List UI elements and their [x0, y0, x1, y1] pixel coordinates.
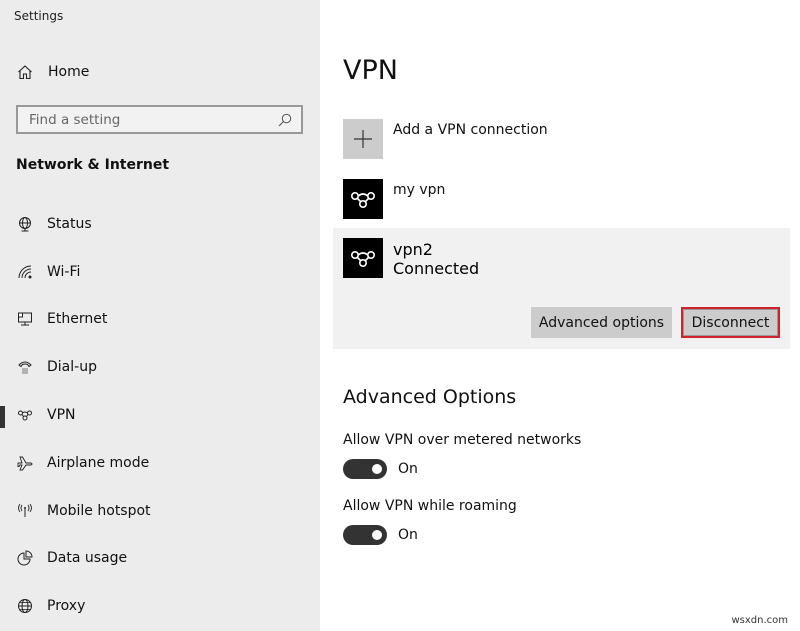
toggle-switch[interactable]	[343, 459, 387, 479]
vpn-connection-icon	[343, 238, 383, 278]
hotspot-icon	[16, 502, 34, 520]
metered-networks-label: Allow VPN over metered networks	[343, 432, 582, 448]
wifi-icon	[16, 263, 34, 281]
sidebar-item-airplane[interactable]: Airplane mode	[0, 439, 320, 487]
sidebar-item-label: Wi-Fi	[47, 263, 81, 280]
vpn-connection-vpn2-panel[interactable]: vpn2 Connected Advanced options Disconne…	[333, 228, 790, 349]
add-vpn-label: Add a VPN connection	[393, 122, 548, 138]
data-usage-icon	[16, 549, 34, 567]
home-label: Home	[48, 64, 90, 80]
vpn-connection-name: my vpn	[393, 182, 446, 198]
sidebar-item-label: Status	[47, 215, 92, 232]
advanced-options-button[interactable]: Advanced options	[531, 307, 672, 338]
proxy-globe-icon	[16, 597, 34, 615]
vpn-connection-my-vpn[interactable]: my vpn	[343, 179, 445, 219]
plus-icon	[343, 119, 383, 159]
toggle-state-label: On	[398, 461, 418, 477]
airplane-icon	[16, 454, 34, 472]
dialup-icon	[16, 358, 34, 376]
sidebar-item-label: VPN	[47, 407, 76, 424]
home-link[interactable]: Home	[16, 63, 89, 81]
app-title: Settings	[14, 9, 64, 23]
advanced-options-heading: Advanced Options	[343, 386, 517, 408]
toggle-switch[interactable]	[343, 525, 387, 545]
roaming-label: Allow VPN while roaming	[343, 498, 517, 514]
vpn-connection-vpn2[interactable]: vpn2 Connected	[343, 238, 479, 278]
sidebar-item-data-usage[interactable]: Data usage	[0, 535, 320, 583]
vpn-connection-icon	[343, 179, 383, 219]
toggle-knob	[372, 464, 382, 474]
sidebar-item-label: Data usage	[47, 550, 128, 567]
main-content: VPN Add a VPN connection my vpn vpn2 Con…	[320, 0, 800, 631]
sidebar-item-label: Dial-up	[47, 359, 97, 376]
ethernet-icon	[16, 310, 34, 328]
search-input[interactable]	[29, 111, 277, 128]
sidebar-item-label: Mobile hotspot	[47, 502, 151, 519]
status-globe-icon	[16, 215, 34, 233]
sidebar-item-dialup[interactable]: Dial-up	[0, 343, 320, 391]
sidebar-item-vpn[interactable]: VPN	[0, 391, 320, 439]
roaming-toggle[interactable]: On	[343, 525, 418, 545]
page-title: VPN	[343, 55, 398, 86]
add-vpn-connection[interactable]: Add a VPN connection	[343, 119, 548, 159]
sidebar-item-ethernet[interactable]: Ethernet	[0, 296, 320, 344]
sidebar-item-status[interactable]: Status	[0, 200, 320, 248]
vpn-connection-name: vpn2	[393, 240, 433, 259]
sidebar-item-proxy[interactable]: Proxy	[0, 582, 320, 630]
toggle-knob	[372, 530, 382, 540]
sidebar: Settings Home Network & Internet Status …	[0, 0, 320, 631]
vpn-connection-status: Connected	[393, 259, 480, 278]
sidebar-item-mobile-hotspot[interactable]: Mobile hotspot	[0, 487, 320, 535]
section-title: Network & Internet	[16, 157, 170, 173]
sidebar-item-label: Proxy	[47, 598, 86, 615]
watermark: wsxdn.com	[731, 615, 788, 626]
sidebar-item-label: Ethernet	[47, 311, 108, 328]
disconnect-button[interactable]: Disconnect	[681, 307, 780, 338]
sidebar-item-wifi[interactable]: Wi-Fi	[0, 248, 320, 296]
metered-networks-toggle[interactable]: On	[343, 459, 418, 479]
vpn-icon	[16, 406, 34, 424]
home-icon	[16, 63, 34, 81]
sidebar-item-label: Airplane mode	[47, 454, 150, 471]
toggle-state-label: On	[398, 527, 418, 543]
sidebar-nav: Status Wi-Fi Ethernet Dial-up VPN Airpla…	[0, 200, 320, 630]
search-box[interactable]	[16, 105, 303, 134]
search-icon[interactable]	[277, 112, 293, 128]
